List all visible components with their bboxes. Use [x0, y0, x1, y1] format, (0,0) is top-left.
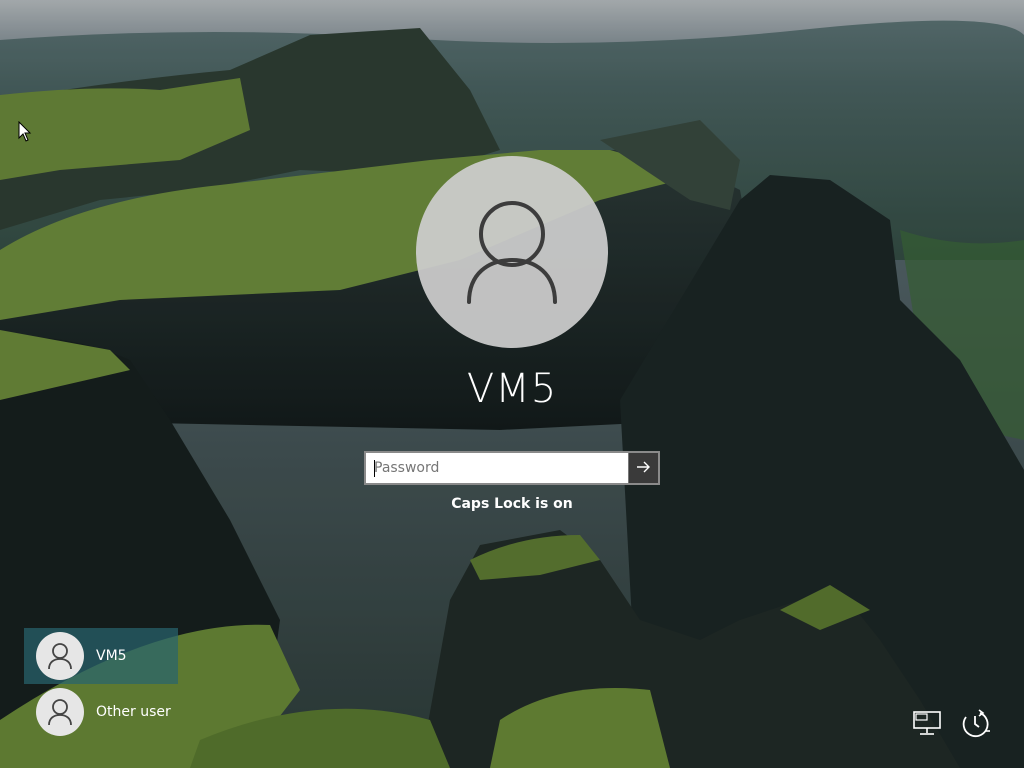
text-caret: [374, 460, 375, 477]
user-tile-label: VM5: [96, 648, 127, 664]
user-tile-avatar: [36, 688, 84, 736]
ease-of-access-button[interactable]: [958, 706, 992, 740]
password-box: [364, 451, 660, 485]
password-input[interactable]: [366, 453, 628, 483]
user-tile-label: Other user: [96, 704, 171, 720]
mouse-pointer-icon: [18, 121, 32, 142]
user-silhouette-icon: [467, 201, 557, 304]
user-silhouette-icon: [48, 643, 72, 670]
network-button[interactable]: [910, 706, 944, 740]
caps-lock-warning: Caps Lock is on: [451, 496, 573, 512]
user-avatar: [416, 156, 608, 348]
network-icon: [913, 711, 941, 735]
user-silhouette-icon: [48, 699, 72, 726]
user-tile-other-user[interactable]: Other user: [24, 684, 178, 740]
user-tile-avatar: [36, 632, 84, 680]
arrow-right-icon: [637, 461, 650, 473]
submit-button[interactable]: [628, 453, 658, 483]
ease-of-access-icon: [962, 709, 990, 738]
user-tile-vm5[interactable]: VM5: [24, 628, 178, 684]
username-heading: VM5: [466, 366, 558, 412]
